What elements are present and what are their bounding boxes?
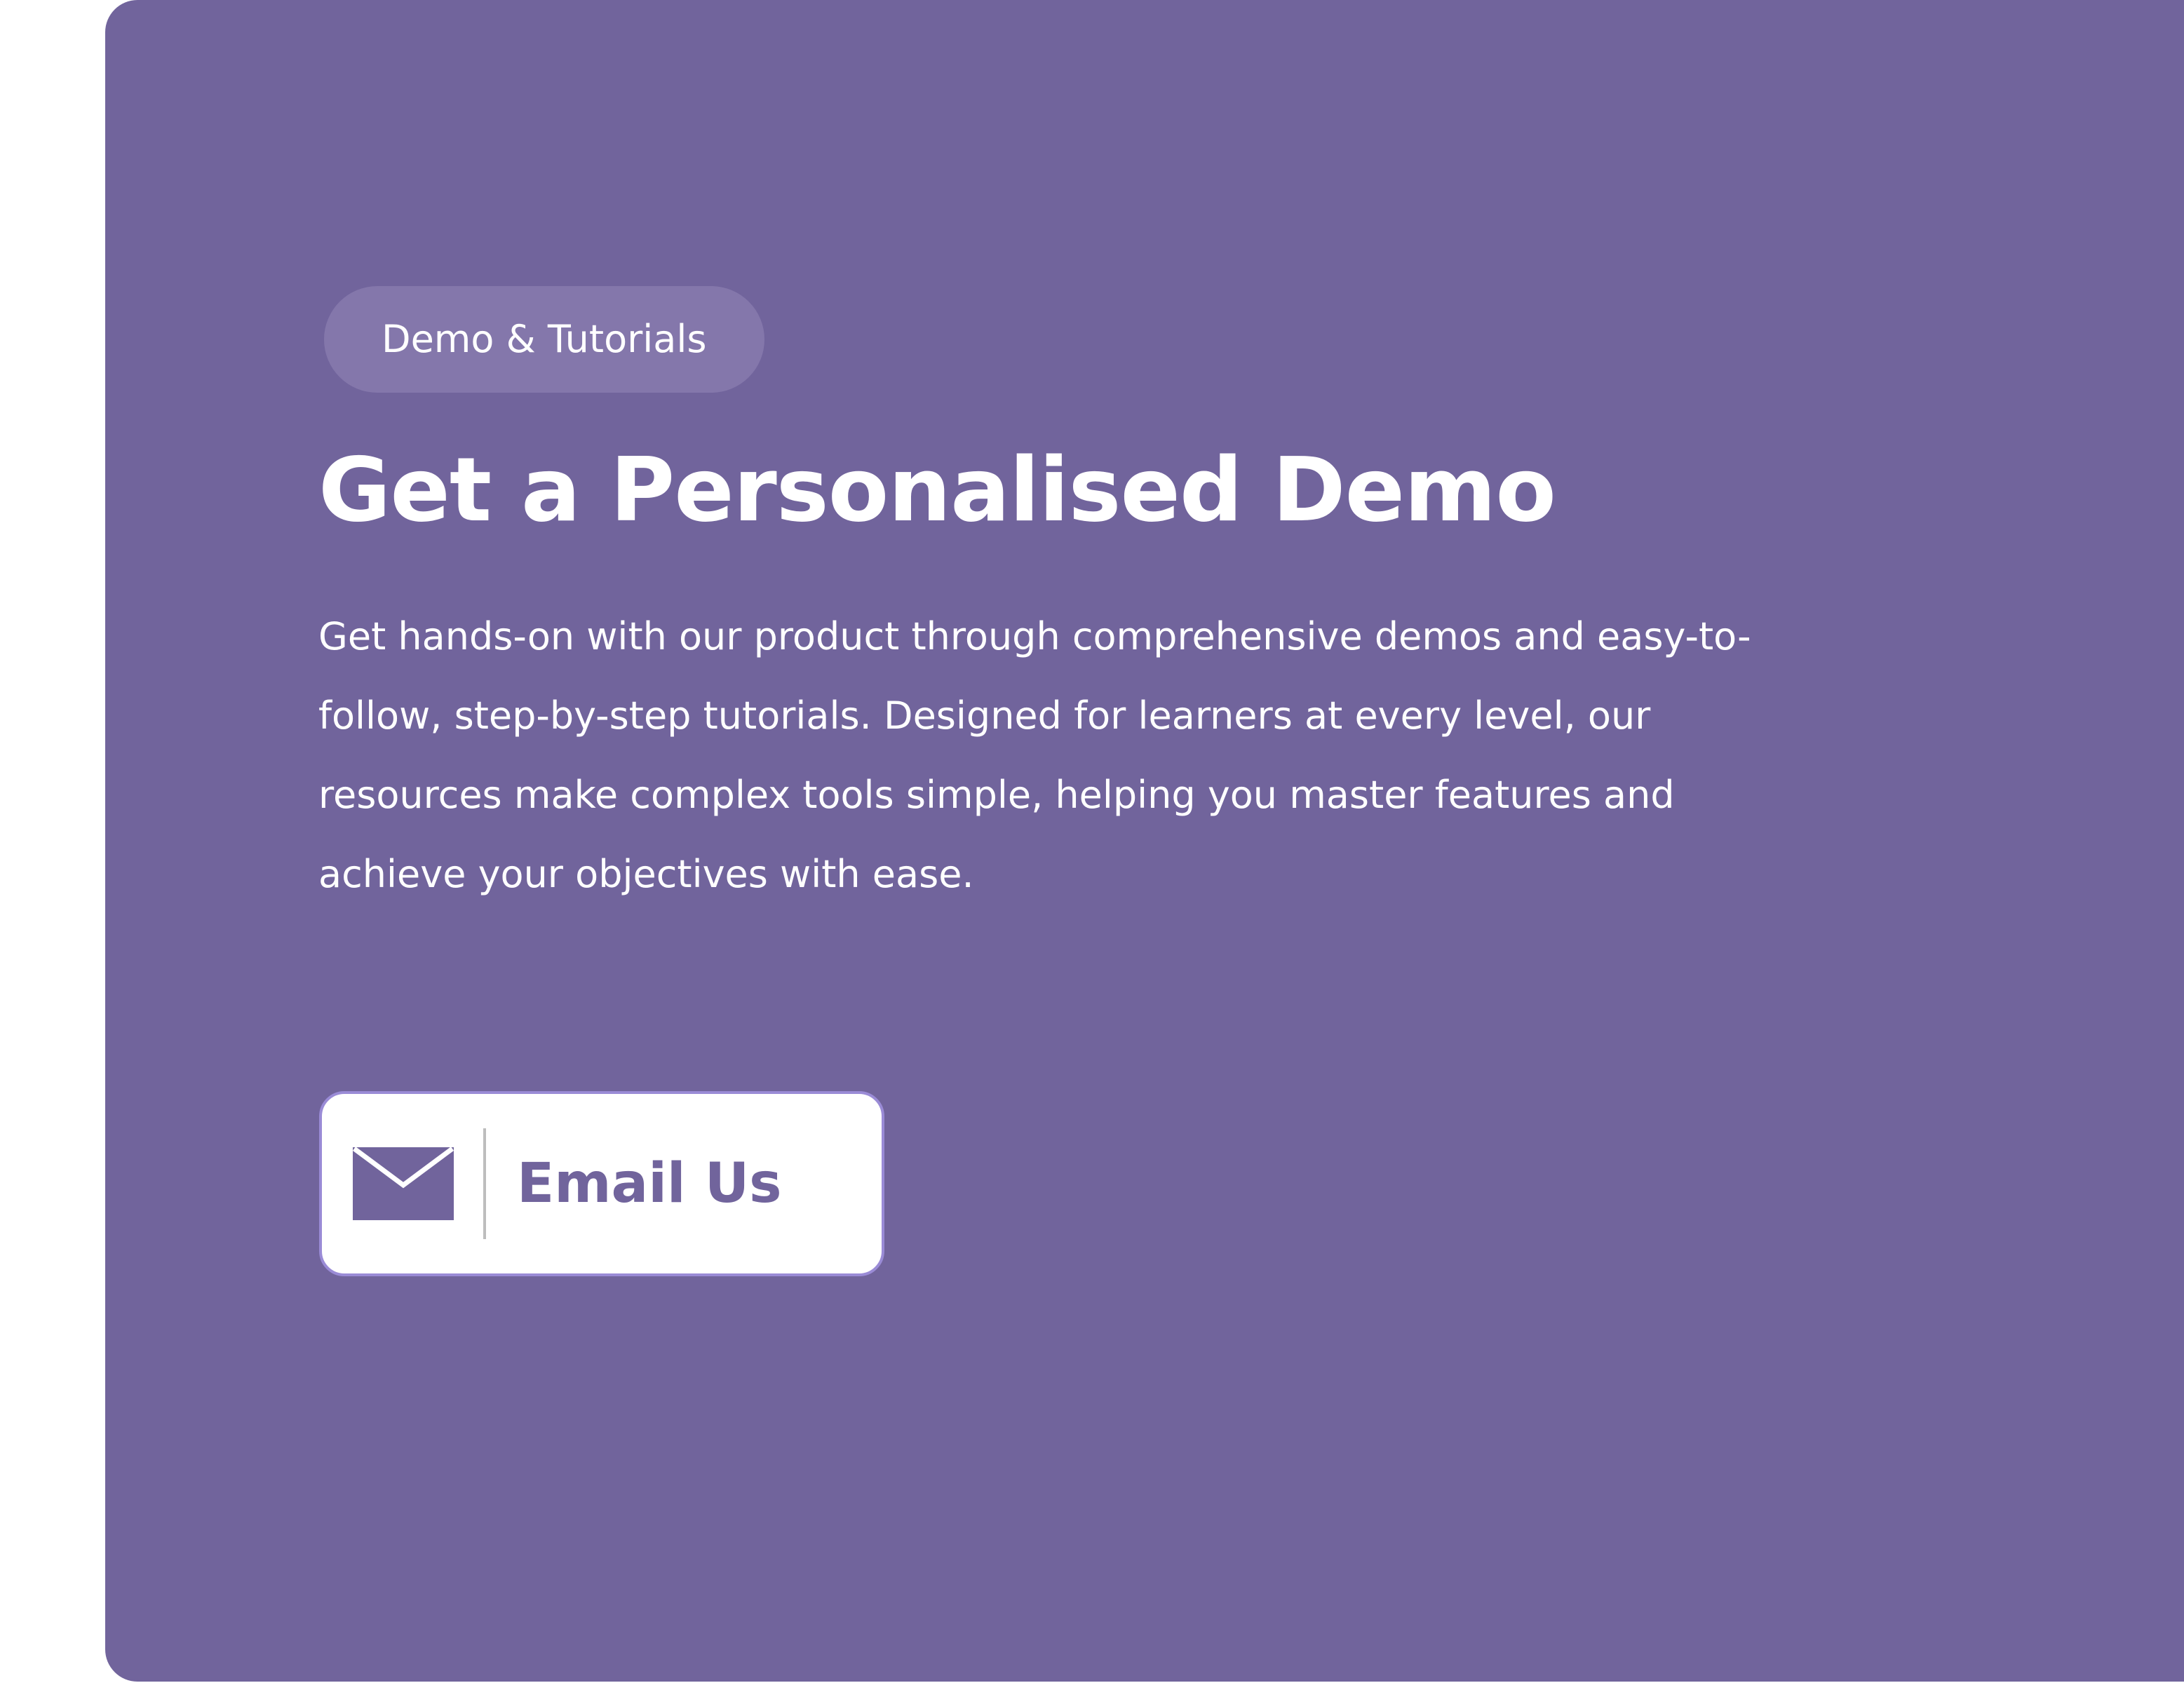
hero-content: Demo & Tutorials Get a Personalised Demo…: [318, 286, 1861, 914]
email-us-label: Email Us: [517, 1152, 782, 1215]
email-us-button[interactable]: Email Us: [319, 1091, 884, 1276]
button-divider: [483, 1128, 486, 1239]
page: Demo & Tutorials Get a Personalised Demo…: [0, 0, 2184, 1683]
page-title: Get a Personalised Demo: [318, 438, 1556, 541]
hero-description: Get hands-on with our product through co…: [318, 614, 1751, 896]
envelope-icon: [353, 1147, 454, 1220]
category-badge: Demo & Tutorials: [324, 286, 764, 393]
